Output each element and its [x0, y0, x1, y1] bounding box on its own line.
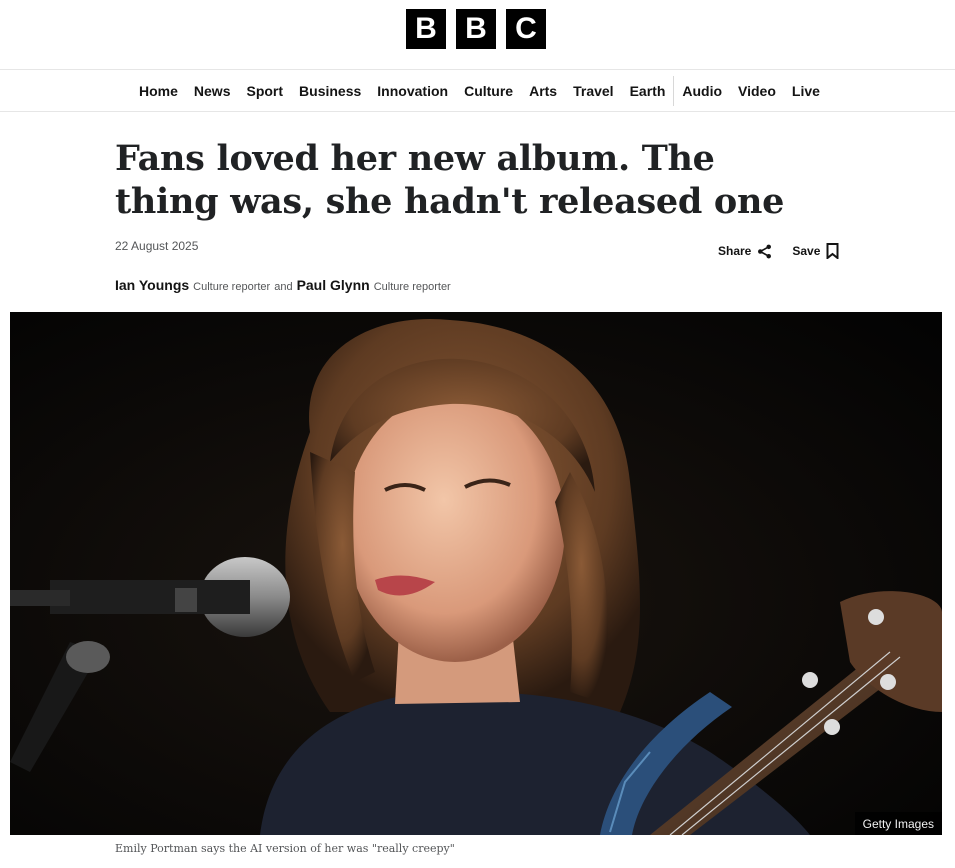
nav-item-audio[interactable]: Audio	[674, 70, 730, 112]
nav-item-sport[interactable]: Sport	[238, 70, 291, 112]
logo-letter: B	[406, 9, 446, 49]
save-label: Save	[792, 244, 821, 258]
share-button[interactable]: Share	[718, 244, 772, 259]
nav-item-travel[interactable]: Travel	[565, 70, 621, 112]
bbc-logo[interactable]: B B C	[406, 9, 546, 49]
performer-photo	[10, 312, 942, 835]
share-label: Share	[718, 244, 752, 258]
byline: Ian Youngs Culture reporter and Paul Gly…	[115, 277, 451, 293]
nav-item-business[interactable]: Business	[291, 70, 369, 112]
logo-letter: C	[506, 9, 546, 49]
save-button[interactable]: Save	[792, 243, 839, 259]
author-name[interactable]: Ian Youngs	[115, 277, 189, 293]
article-hero-image: Getty Images	[10, 312, 942, 835]
author-name[interactable]: Paul Glynn	[297, 277, 370, 293]
nav-item-earth[interactable]: Earth	[622, 70, 674, 112]
nav-item-live[interactable]: Live	[784, 70, 828, 112]
nav-item-arts[interactable]: Arts	[521, 70, 565, 112]
image-caption: Emily Portman says the AI version of her…	[115, 842, 455, 855]
author-role: Culture reporter	[193, 281, 271, 293]
nav-item-news[interactable]: News	[186, 70, 239, 112]
main-nav: Home News Sport Business Innovation Cult…	[0, 70, 955, 112]
article-headline: Fans loved her new album. The thing was,…	[115, 138, 785, 222]
publish-date: 22 August 2025	[115, 239, 199, 253]
author-role: Culture reporter	[373, 281, 451, 293]
article-actions: Share Save	[718, 243, 839, 259]
site-header: B B C	[0, 0, 955, 70]
share-icon	[757, 244, 772, 259]
byline-joiner: and	[274, 281, 293, 293]
logo-letter: B	[456, 9, 496, 49]
nav-item-video[interactable]: Video	[730, 70, 784, 112]
nav-item-culture[interactable]: Culture	[456, 70, 521, 112]
nav-item-innovation[interactable]: Innovation	[369, 70, 456, 112]
image-credit: Getty Images	[854, 812, 942, 835]
bookmark-icon	[826, 243, 839, 259]
nav-item-home[interactable]: Home	[131, 70, 186, 112]
